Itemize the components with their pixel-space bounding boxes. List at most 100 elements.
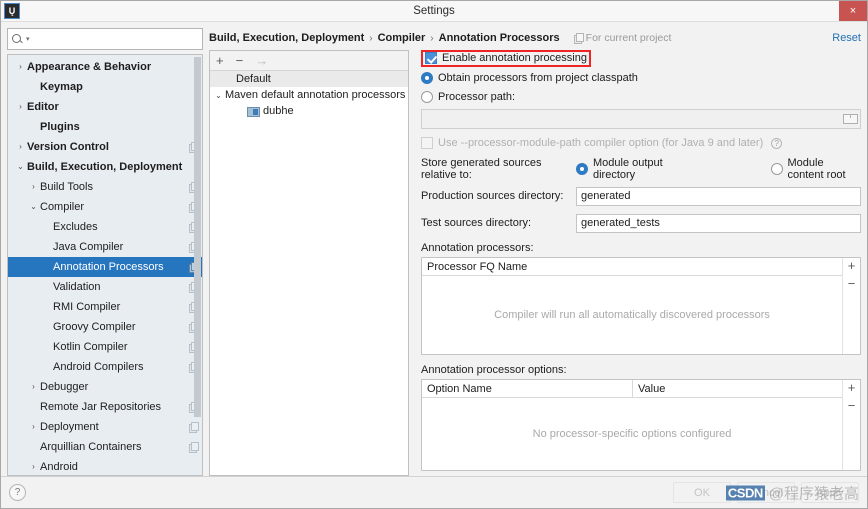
sidebar-item-plugins[interactable]: Plugins (8, 117, 202, 137)
sidebar-item-label: Arquillian Containers (40, 441, 142, 453)
sidebar-item-keymap[interactable]: Keymap (8, 77, 202, 97)
close-icon[interactable]: × (839, 1, 867, 21)
processor-path-label[interactable]: Processor path: (438, 91, 515, 103)
sidebar-item-java-compiler[interactable]: Java Compiler (8, 237, 202, 257)
sidebar-item-rmi-compiler[interactable]: RMI Compiler (8, 297, 202, 317)
module-output-directory-option[interactable]: Module output directory (576, 157, 681, 181)
chevron-down-icon[interactable]: ⌄ (27, 203, 40, 211)
chevron-down-icon[interactable]: ⌄ (14, 163, 27, 171)
settings-form: Enable annotation processing Obtain proc… (409, 49, 861, 476)
breadcrumb-item-build[interactable]: Build, Execution, Deployment (209, 32, 364, 44)
sidebar-item-label: Groovy Compiler (53, 321, 136, 333)
apply-button[interactable]: Apply (801, 482, 859, 503)
project-scope-icon (189, 441, 199, 453)
test-sources-input[interactable]: generated_tests (576, 213, 861, 233)
profile-row[interactable]: dubhe (210, 103, 408, 119)
reset-link[interactable]: Reset (832, 32, 861, 44)
remove-option-button[interactable]: − (848, 399, 856, 412)
profile-row[interactable]: Default (210, 71, 408, 87)
chevron-right-icon[interactable]: › (27, 463, 40, 471)
sidebar-scrollbar-thumb[interactable] (194, 57, 201, 417)
breadcrumb-separator: › (369, 32, 373, 44)
search-input[interactable] (29, 31, 198, 47)
sidebar-item-annotation-processors[interactable]: Annotation Processors (8, 257, 202, 277)
module-content-root-radio[interactable] (770, 163, 783, 175)
sidebar-item-debugger[interactable]: › Debugger (8, 377, 202, 397)
processor-path-radio[interactable] (421, 91, 433, 103)
obtain-from-classpath-label[interactable]: Obtain processors from project classpath (438, 72, 638, 84)
module-output-directory-label[interactable]: Module output directory (593, 157, 681, 181)
profiles-toolbar: + − → (210, 51, 408, 71)
enable-annotation-processing-label[interactable]: Enable annotation processing (442, 52, 587, 64)
production-sources-input[interactable]: generated (576, 186, 861, 206)
annotation-processor-options-table: Option Name Value No processor-specific … (421, 379, 861, 471)
enable-annotation-processing-checkbox[interactable] (425, 52, 437, 64)
module-output-directory-radio[interactable] (576, 163, 588, 175)
chevron-right-icon[interactable]: › (27, 183, 40, 191)
remove-processor-button[interactable]: − (848, 277, 856, 290)
folder-browse-icon[interactable] (843, 114, 858, 124)
sidebar-item-build-tools[interactable]: › Build Tools (8, 177, 202, 197)
profile-label: Maven default annotation processors prof… (225, 89, 408, 101)
chevron-right-icon[interactable]: › (14, 63, 27, 71)
sidebar-item-build-execution-deployment[interactable]: ⌄ Build, Execution, Deployment (8, 157, 202, 177)
sidebar-item-label: Editor (27, 101, 59, 113)
chevron-right-icon[interactable]: › (27, 383, 40, 391)
profiles-panel: + − → Default ⌄ Maven default annotation p… (209, 50, 409, 476)
column-header-option-name[interactable]: Option Name (422, 380, 632, 397)
sidebar-item-compiler[interactable]: ⌄ Compiler (8, 197, 202, 217)
sidebar-item-android[interactable]: › Android (8, 457, 202, 475)
chevron-right-icon[interactable]: › (14, 143, 27, 151)
chevron-down-icon[interactable]: ⌄ (212, 91, 225, 100)
help-icon[interactable]: ? (771, 137, 783, 149)
processor-module-path-checkbox[interactable] (421, 137, 433, 149)
profiles-list: Default ⌄ Maven default annotation process… (210, 71, 408, 475)
profile-label: Default (236, 73, 271, 85)
add-profile-button[interactable]: + (216, 54, 224, 67)
settings-dialog: Ų Settings × ▾ › Appearance & Behavior Key… (0, 0, 868, 509)
sidebar-item-version-control[interactable]: › Version Control (8, 137, 202, 157)
processor-module-path-label: Use --processor-module-path compiler opt… (438, 137, 764, 149)
chevron-right-icon[interactable]: › (14, 103, 27, 111)
chevron-right-icon[interactable]: › (27, 423, 40, 431)
sidebar-item-appearance-behavior[interactable]: › Appearance & Behavior (8, 57, 202, 77)
profile-row[interactable]: ⌄Maven default annotation processors pro… (210, 87, 408, 103)
processors-table-main: Processor FQ Name Compiler will run all … (422, 258, 842, 354)
cancel-button[interactable]: Cancel (737, 482, 795, 503)
store-generated-sources-row: Store generated sources relative to: Mod… (421, 157, 861, 181)
sidebar-item-groovy-compiler[interactable]: Groovy Compiler (8, 317, 202, 337)
add-processor-button[interactable]: + (848, 259, 856, 272)
sidebar-item-label: Java Compiler (53, 241, 124, 253)
column-header-processor-fq-name[interactable]: Processor FQ Name (422, 258, 842, 275)
test-sources-row: Test sources directory: generated_tests (421, 213, 861, 233)
obtain-from-classpath-radio[interactable] (421, 72, 433, 84)
sidebar-item-remote-jar-repositories[interactable]: Remote Jar Repositories (8, 397, 202, 417)
enable-annotation-processing-row: Enable annotation processing (421, 49, 861, 67)
ok-button[interactable]: OK (673, 482, 731, 503)
column-header-value[interactable]: Value (632, 380, 842, 397)
help-button[interactable]: ? (9, 484, 26, 501)
sidebar-item-editor[interactable]: › Editor (8, 97, 202, 117)
move-to-profile-button[interactable]: → (255, 54, 268, 67)
sidebar-item-label: Deployment (40, 421, 99, 433)
production-sources-row: Production sources directory: generated (421, 186, 861, 206)
breadcrumb-item-compiler[interactable]: Compiler (378, 32, 426, 44)
production-sources-label: Production sources directory: (421, 190, 564, 202)
obtain-from-classpath-row[interactable]: Obtain processors from project classpath (421, 70, 861, 86)
sidebar-item-android-compilers[interactable]: Android Compilers (8, 357, 202, 377)
remove-profile-button[interactable]: − (236, 54, 244, 67)
processor-path-input[interactable] (421, 109, 861, 129)
dialog-action-buttons: OK Cancel Apply (673, 482, 859, 503)
module-content-root-label[interactable]: Module content root (788, 157, 861, 181)
module-content-root-option[interactable]: Module content root (770, 157, 861, 181)
add-option-button[interactable]: + (848, 381, 856, 394)
sidebar-item-label: Kotlin Compiler (53, 341, 128, 353)
sidebar-item-label: Excludes (53, 221, 98, 233)
sidebar-item-kotlin-compiler[interactable]: Kotlin Compiler (8, 337, 202, 357)
sidebar-item-excludes[interactable]: Excludes (8, 217, 202, 237)
processor-path-row[interactable]: Processor path: (421, 89, 861, 105)
sidebar-item-validation[interactable]: Validation (8, 277, 202, 297)
sidebar-item-arquillian-containers[interactable]: Arquillian Containers (8, 437, 202, 457)
sidebar-item-deployment[interactable]: › Deployment (8, 417, 202, 437)
search-box[interactable]: ▾ (7, 28, 203, 50)
